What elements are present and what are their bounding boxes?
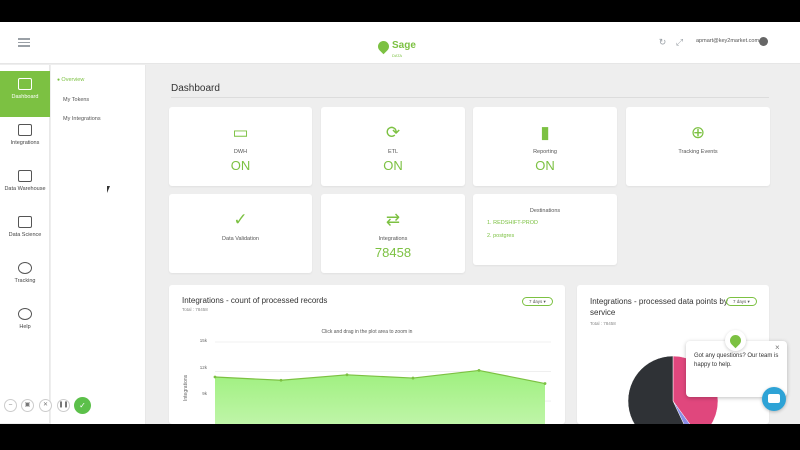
area-fill bbox=[215, 370, 545, 424]
title-divider bbox=[171, 97, 769, 98]
logo-sub: DATA bbox=[392, 53, 403, 58]
card-destinations: Destinations 1. REDSHIFT-PROD 2. postgre… bbox=[473, 194, 617, 265]
card-data-validation[interactable]: ✓ Data Validation bbox=[169, 194, 312, 273]
sidebar-item-help[interactable]: Help bbox=[0, 301, 50, 347]
panel-processed-records: Integrations - count of processed record… bbox=[169, 285, 565, 424]
menu-icon[interactable] bbox=[18, 38, 30, 47]
data-point[interactable] bbox=[213, 375, 217, 379]
sidebar-item-label: Integrations bbox=[10, 140, 40, 146]
app-logo[interactable]: Sage DATA bbox=[375, 35, 416, 58]
refresh-icon[interactable]: ↻ bbox=[658, 38, 667, 47]
panel-total: Total : 78458 bbox=[590, 321, 616, 326]
sidebar: Dashboard Integrations Data Warehouse Da… bbox=[0, 65, 50, 423]
sub-navigation: ● Overview My Tokens My Integrations bbox=[51, 65, 146, 424]
panel-title: Integrations - processed data points by … bbox=[590, 297, 728, 317]
data-point[interactable] bbox=[477, 369, 481, 372]
check-circle-icon: ✓ bbox=[233, 210, 248, 229]
target-icon bbox=[18, 262, 32, 274]
sidebar-item-label: Dashboard bbox=[11, 94, 39, 100]
sidebar-item-data-science[interactable]: Data Science bbox=[0, 209, 50, 255]
data-point[interactable] bbox=[411, 376, 415, 380]
range-select-label: 7 days bbox=[529, 299, 543, 304]
check-icon[interactable]: ✓ bbox=[74, 397, 91, 414]
card-label: Tracking Events bbox=[678, 149, 718, 155]
panel-total: Total : 78458 bbox=[182, 307, 208, 312]
close-icon[interactable]: × bbox=[775, 343, 780, 352]
card-label: DWH bbox=[233, 149, 248, 155]
chart-hint: Click and drag in the plot area to zoom … bbox=[321, 329, 413, 335]
help-icon bbox=[18, 308, 32, 320]
data-point[interactable] bbox=[279, 378, 283, 382]
card-value: ON bbox=[535, 158, 555, 173]
y-tick-label: 15k bbox=[199, 338, 207, 343]
transfer-icon: ⇄ bbox=[385, 210, 401, 229]
card-tracking-events[interactable]: ⊕ Tracking Events bbox=[626, 107, 770, 186]
hard-drive-icon: ▭ bbox=[232, 123, 249, 142]
data-point[interactable] bbox=[345, 373, 349, 377]
sidebar-item-label: Help bbox=[19, 324, 31, 330]
user-avatar[interactable] bbox=[759, 37, 768, 46]
chart-line-icon bbox=[18, 216, 32, 228]
card-value: ON bbox=[230, 158, 251, 173]
destination-item[interactable]: 1. REDSHIFT-PROD bbox=[487, 220, 538, 226]
user-email[interactable]: apmart@key2market.com bbox=[696, 38, 759, 44]
card-etl[interactable]: ⟳ ETL ON bbox=[321, 107, 465, 186]
bar-chart-icon: ▮ bbox=[540, 123, 550, 142]
card-dwh[interactable]: ▭ DWH ON bbox=[169, 107, 312, 186]
card-reporting[interactable]: ▮ Reporting ON bbox=[473, 107, 617, 186]
card-label: ETL bbox=[387, 149, 399, 155]
chat-launcher-button[interactable] bbox=[762, 387, 786, 411]
crosshair-icon: ⊕ bbox=[690, 123, 706, 142]
card-label: Reporting bbox=[533, 149, 557, 155]
fullscreen-icon[interactable]: ⤢ bbox=[675, 38, 684, 47]
y-tick-label: 12k bbox=[199, 365, 207, 370]
subnav-item-label: Overview bbox=[61, 77, 85, 83]
chat-icon bbox=[768, 394, 780, 403]
panel-title: Integrations - count of processed record… bbox=[182, 296, 328, 305]
top-bar: Sage DATA ↻ ⤢ apmart@key2market.com bbox=[0, 22, 800, 64]
integrations-icon bbox=[18, 124, 32, 136]
range-select[interactable]: 7 days ▾ bbox=[522, 297, 553, 306]
app-frame: Sage DATA ↻ ⤢ apmart@key2market.com Dash… bbox=[0, 22, 800, 424]
logo-name: Sage bbox=[392, 40, 416, 51]
page-title: Dashboard bbox=[171, 83, 220, 94]
sync-icon: ⟳ bbox=[385, 123, 401, 142]
sidebar-item-label: Data Science bbox=[8, 232, 42, 238]
database-icon bbox=[18, 170, 32, 182]
sidebar-item-label: Data Warehouse bbox=[4, 186, 46, 192]
data-point[interactable] bbox=[543, 382, 547, 385]
y-tick-label: 9k bbox=[202, 391, 207, 396]
card-integrations[interactable]: ⇄ Integrations 78458 bbox=[321, 194, 465, 273]
sidebar-item-tracking[interactable]: Tracking bbox=[0, 255, 50, 301]
sidebar-item-data-warehouse[interactable]: Data Warehouse bbox=[0, 163, 50, 209]
card-label: Data Validation bbox=[222, 236, 259, 242]
sidebar-item-integrations[interactable]: Integrations bbox=[0, 117, 50, 163]
subnav-item-my-integrations[interactable]: My Integrations bbox=[63, 116, 101, 122]
pause-icon[interactable]: ❚❚ bbox=[57, 399, 70, 412]
y-axis-label: Integrations bbox=[183, 374, 189, 401]
range-select-label: 7 days bbox=[733, 299, 747, 304]
minimize-icon[interactable]: – bbox=[4, 399, 17, 412]
card-label: Integrations bbox=[378, 236, 408, 242]
destinations-title: Destinations bbox=[529, 208, 561, 214]
sidebar-item-dashboard[interactable]: Dashboard bbox=[0, 71, 50, 117]
close-icon[interactable]: ✕ bbox=[39, 399, 52, 412]
chat-agent-avatar bbox=[725, 330, 746, 351]
subnav-item-my-tokens[interactable]: My Tokens bbox=[63, 97, 89, 103]
monitor-icon bbox=[18, 78, 32, 90]
camera-icon[interactable]: ▣ bbox=[21, 399, 34, 412]
area-chart[interactable] bbox=[209, 340, 559, 424]
destination-item[interactable]: 2. postgres bbox=[487, 233, 514, 239]
card-value: ON bbox=[383, 158, 403, 173]
subnav-item-overview[interactable]: ● Overview bbox=[57, 77, 84, 83]
range-select[interactable]: 7 days ▾ bbox=[726, 297, 757, 306]
sidebar-item-label: Tracking bbox=[14, 278, 36, 284]
chat-message: Got any questions? Our team is happy to … bbox=[694, 353, 779, 368]
card-value: 78458 bbox=[374, 245, 412, 260]
logo-icon bbox=[375, 38, 392, 55]
mouse-cursor-icon bbox=[107, 186, 113, 193]
